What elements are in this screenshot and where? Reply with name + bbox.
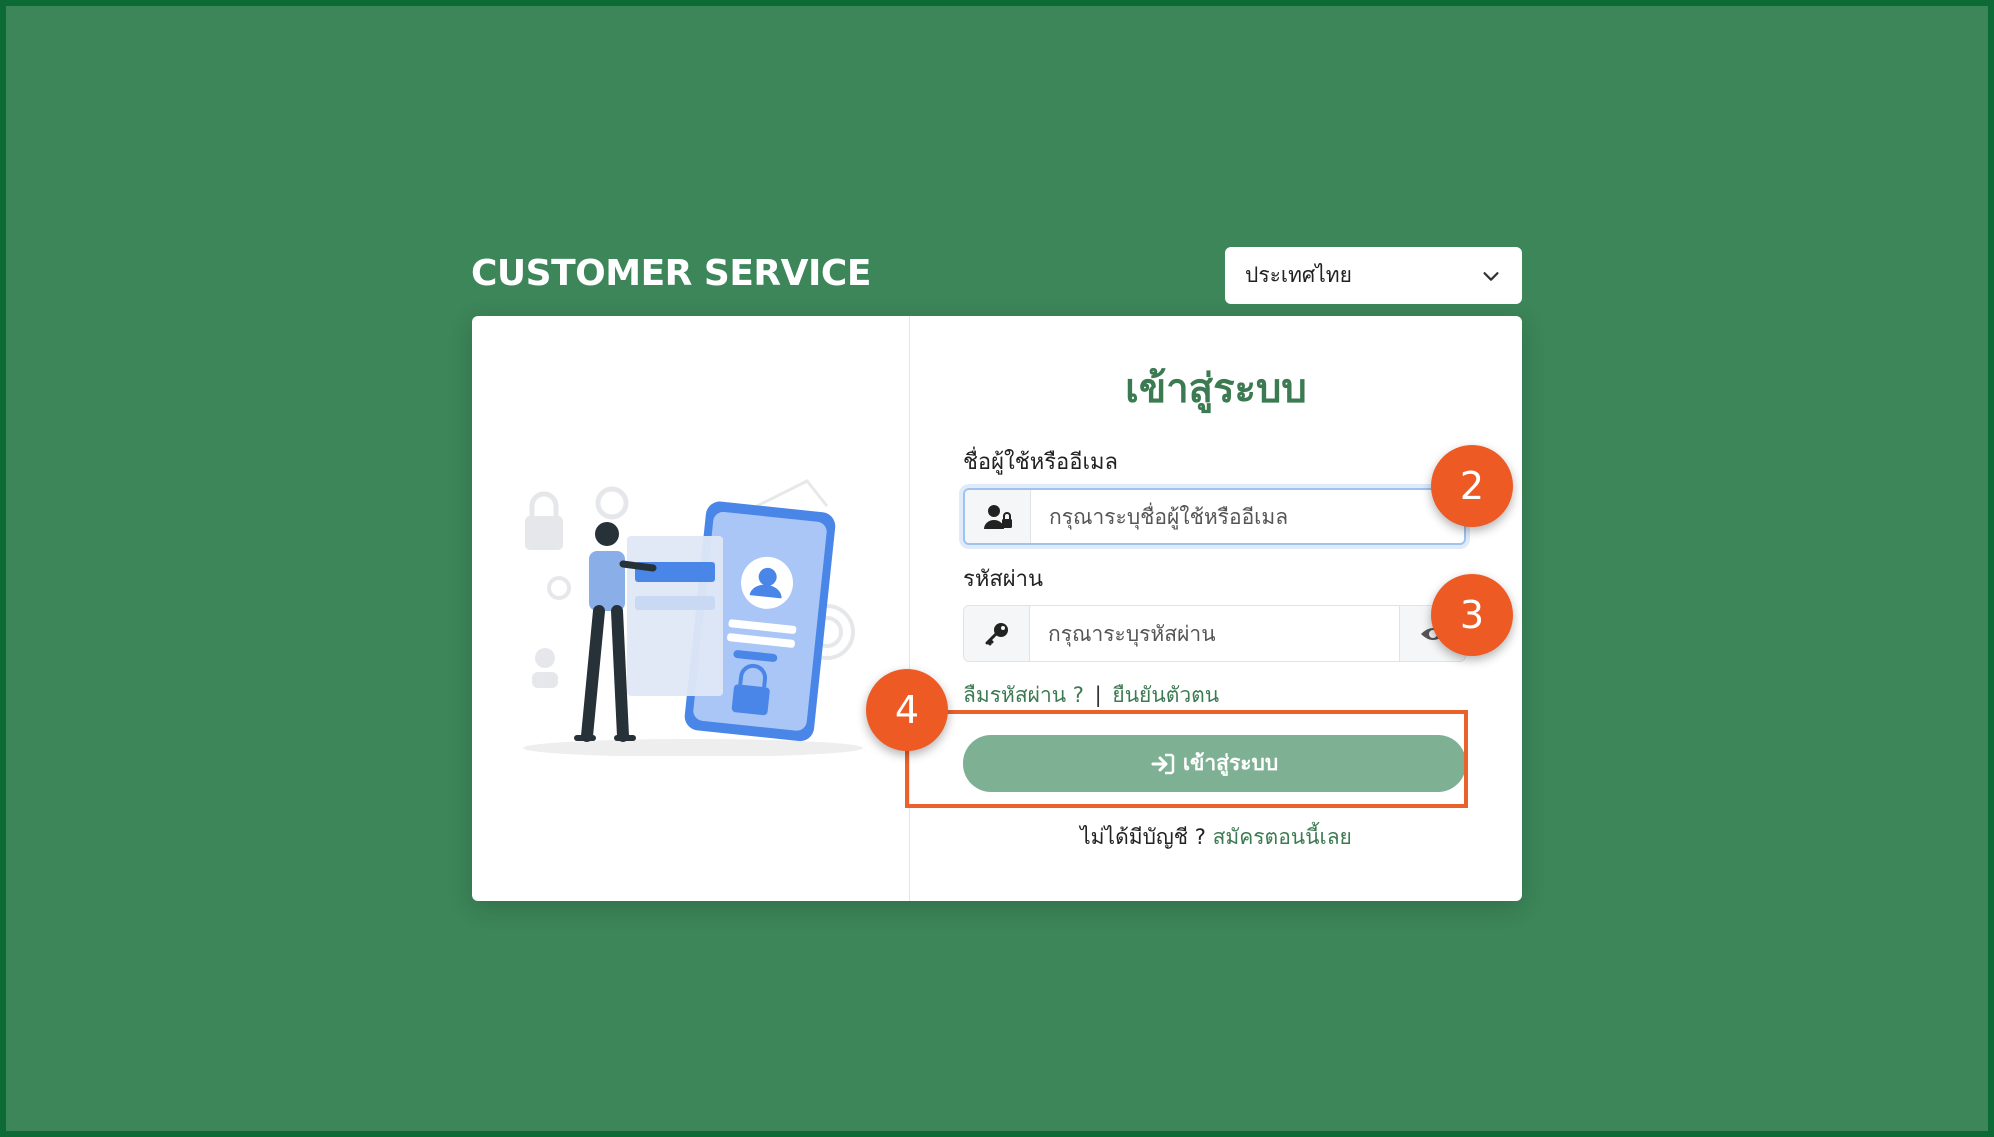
password-label: รหัสผ่าน <box>963 567 1044 592</box>
link-separator: | <box>1094 683 1102 707</box>
highlight-box-login-button <box>905 710 1468 808</box>
password-input[interactable] <box>1030 606 1399 661</box>
country-select-value: ประเทศไทย <box>1245 263 1352 287</box>
brand-title: CUSTOMER SERVICE <box>471 253 871 294</box>
user-lock-icon <box>965 490 1031 543</box>
step-marker-2: 2 <box>1431 445 1513 527</box>
username-input[interactable] <box>1031 490 1464 543</box>
country-select[interactable]: ประเทศไทย <box>1225 247 1522 304</box>
login-title: เข้าสู่ระบบ <box>1125 366 1307 412</box>
key-icon <box>964 606 1030 661</box>
chevron-down-icon <box>1483 271 1499 281</box>
password-input-group <box>963 605 1466 662</box>
verify-identity-link[interactable]: ยืนยันตัวตน <box>1112 683 1219 707</box>
no-account-text: ไม่ได้มีบัญชี ? <box>1080 825 1206 849</box>
illustration-pane <box>472 316 910 901</box>
forgot-password-link[interactable]: ลืมรหัสผ่าน ? <box>963 683 1084 707</box>
username-label: ชื่อผู้ใช้หรืออีเมล <box>963 450 1118 475</box>
login-form: เข้าสู่ระบบ ชื่อผู้ใช้หรืออีเมล รหัสผ่าน <box>910 316 1522 901</box>
step-marker-3: 3 <box>1431 574 1513 656</box>
login-card: เข้าสู่ระบบ ชื่อผู้ใช้หรืออีเมล รหัสผ่าน <box>472 316 1522 901</box>
step-marker-4: 4 <box>866 669 948 751</box>
register-link[interactable]: สมัครตอนนี้เลย <box>1213 825 1352 849</box>
register-prompt: ไม่ได้มีบัญชี ? สมัครตอนนี้เลย <box>910 821 1522 854</box>
account-links: ลืมรหัสผ่าน ? | ยืนยันตัวตน <box>963 679 1219 712</box>
username-input-group <box>963 488 1466 545</box>
login-illustration <box>523 479 863 756</box>
